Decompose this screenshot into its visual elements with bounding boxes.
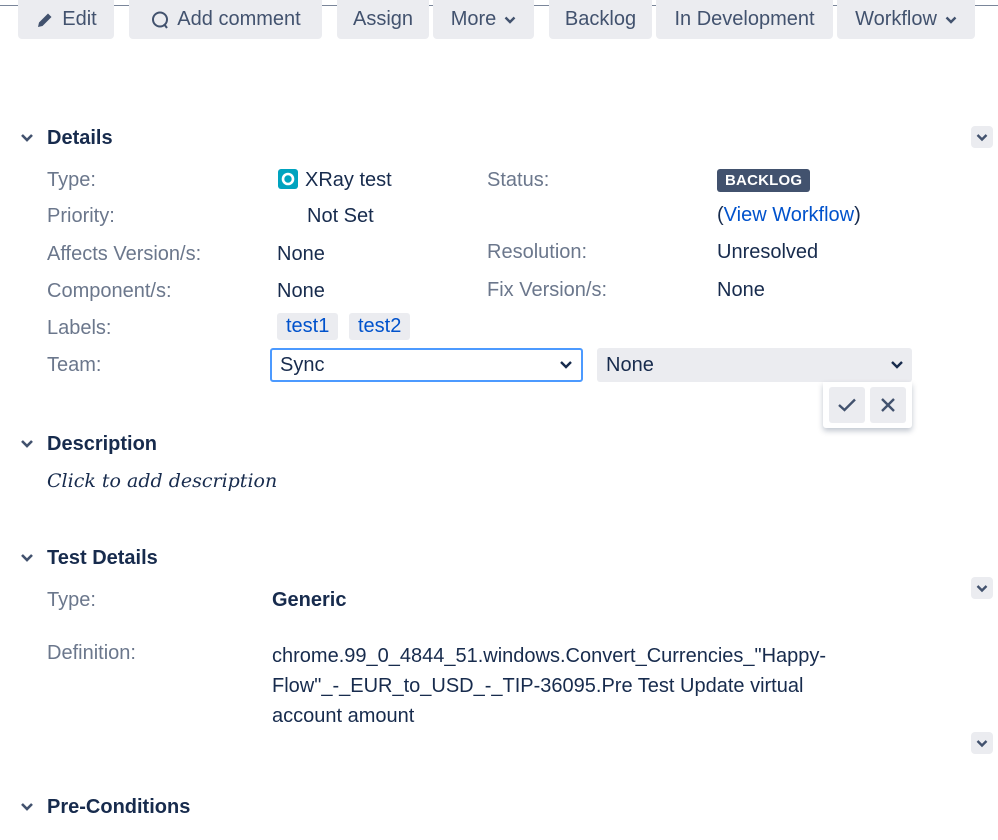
comment-icon	[152, 11, 169, 29]
test-type-label: Type:	[47, 589, 96, 611]
fix-version-value: None	[717, 279, 765, 301]
team-secondary-select[interactable]: None	[597, 348, 912, 382]
chevron-down-icon	[560, 361, 572, 369]
test-details-toggle[interactable]	[16, 547, 38, 569]
team-label: Team:	[47, 354, 102, 376]
confirm-button[interactable]	[828, 387, 865, 423]
chevron-down-icon	[891, 361, 903, 369]
chevron-down-icon	[21, 554, 33, 562]
view-workflow-link[interactable]: View Workflow	[724, 204, 854, 226]
pre-conditions-toggle[interactable]	[16, 796, 38, 818]
add-comment-label: Add comment	[177, 8, 301, 30]
more-button[interactable]: More	[433, 0, 534, 39]
test-details-collapse-toggle[interactable]	[971, 577, 993, 599]
edit-label: Edit	[62, 8, 97, 30]
cancel-button[interactable]	[870, 387, 907, 423]
team-secondary-value: None	[606, 353, 654, 376]
pencil-icon	[38, 13, 52, 27]
workflow-button[interactable]: Workflow	[837, 0, 975, 39]
chevron-down-icon	[976, 584, 988, 592]
pre-conditions-title: Pre-Conditions	[47, 796, 191, 818]
view-workflow-open-paren: (	[717, 204, 724, 226]
resolution-value: Unresolved	[717, 241, 819, 263]
assign-button[interactable]: Assign	[337, 0, 429, 39]
definition-label: Definition:	[47, 642, 136, 664]
add-comment-button[interactable]: Add comment	[129, 0, 322, 39]
view-workflow: (View Workflow)	[717, 204, 861, 227]
in-development-label: In Development	[674, 8, 815, 30]
fix-version-label: Fix Version/s:	[487, 279, 608, 301]
check-icon	[837, 398, 856, 412]
definition-value: chrome.99_0_4844_51.windows.Convert_Curr…	[272, 645, 827, 727]
test-details-title: Test Details	[47, 547, 158, 569]
inline-edit-actions	[823, 382, 912, 428]
type-value-text: XRay test	[305, 169, 392, 191]
edit-button[interactable]: Edit	[18, 0, 114, 39]
chevron-down-icon	[976, 133, 988, 141]
close-icon	[881, 398, 896, 412]
more-label: More	[450, 8, 497, 30]
chevron-down-icon	[21, 134, 33, 142]
assign-label: Assign	[352, 8, 414, 30]
affects-version-value: None	[277, 243, 325, 265]
labels-label: Labels:	[47, 317, 112, 339]
affects-version-label: Affects Version/s:	[47, 243, 202, 265]
team-select[interactable]: Sync	[270, 348, 583, 382]
description-toggle[interactable]	[16, 433, 38, 455]
in-development-button[interactable]: In Development	[656, 0, 833, 39]
component-label: Component/s:	[47, 280, 172, 302]
chevron-down-icon	[504, 16, 516, 24]
backlog-label: Backlog	[564, 8, 637, 30]
component-value: None	[277, 280, 325, 302]
view-workflow-close-paren: )	[854, 204, 861, 226]
chevron-down-icon	[21, 440, 33, 448]
details-collapse-toggle[interactable]	[971, 126, 993, 148]
workflow-label: Workflow	[855, 8, 937, 30]
description-placeholder[interactable]: Click to add description	[47, 470, 277, 492]
type-label: Type:	[47, 169, 96, 191]
priority-value: Not Set	[307, 205, 374, 227]
priority-label: Priority:	[47, 205, 115, 227]
backlog-button[interactable]: Backlog	[549, 0, 652, 39]
resolution-label: Resolution:	[487, 241, 588, 263]
xray-test-icon	[278, 168, 298, 189]
test-type-value: Generic	[272, 589, 347, 611]
chevron-down-icon	[21, 803, 33, 811]
chevron-down-icon	[945, 16, 957, 24]
definition-expand-toggle[interactable]	[971, 732, 993, 754]
details-title: Details	[47, 127, 113, 149]
status-label: Status:	[487, 169, 550, 191]
chevron-down-icon	[976, 739, 988, 747]
team-select-value: Sync	[280, 353, 325, 376]
description-title: Description	[47, 433, 158, 455]
label-tag[interactable]: test2	[349, 313, 411, 340]
details-toggle[interactable]	[16, 127, 38, 149]
type-value: XRay test	[277, 168, 392, 192]
status-badge: BACKLOG	[717, 169, 811, 192]
label-tag[interactable]: test1	[277, 313, 339, 340]
